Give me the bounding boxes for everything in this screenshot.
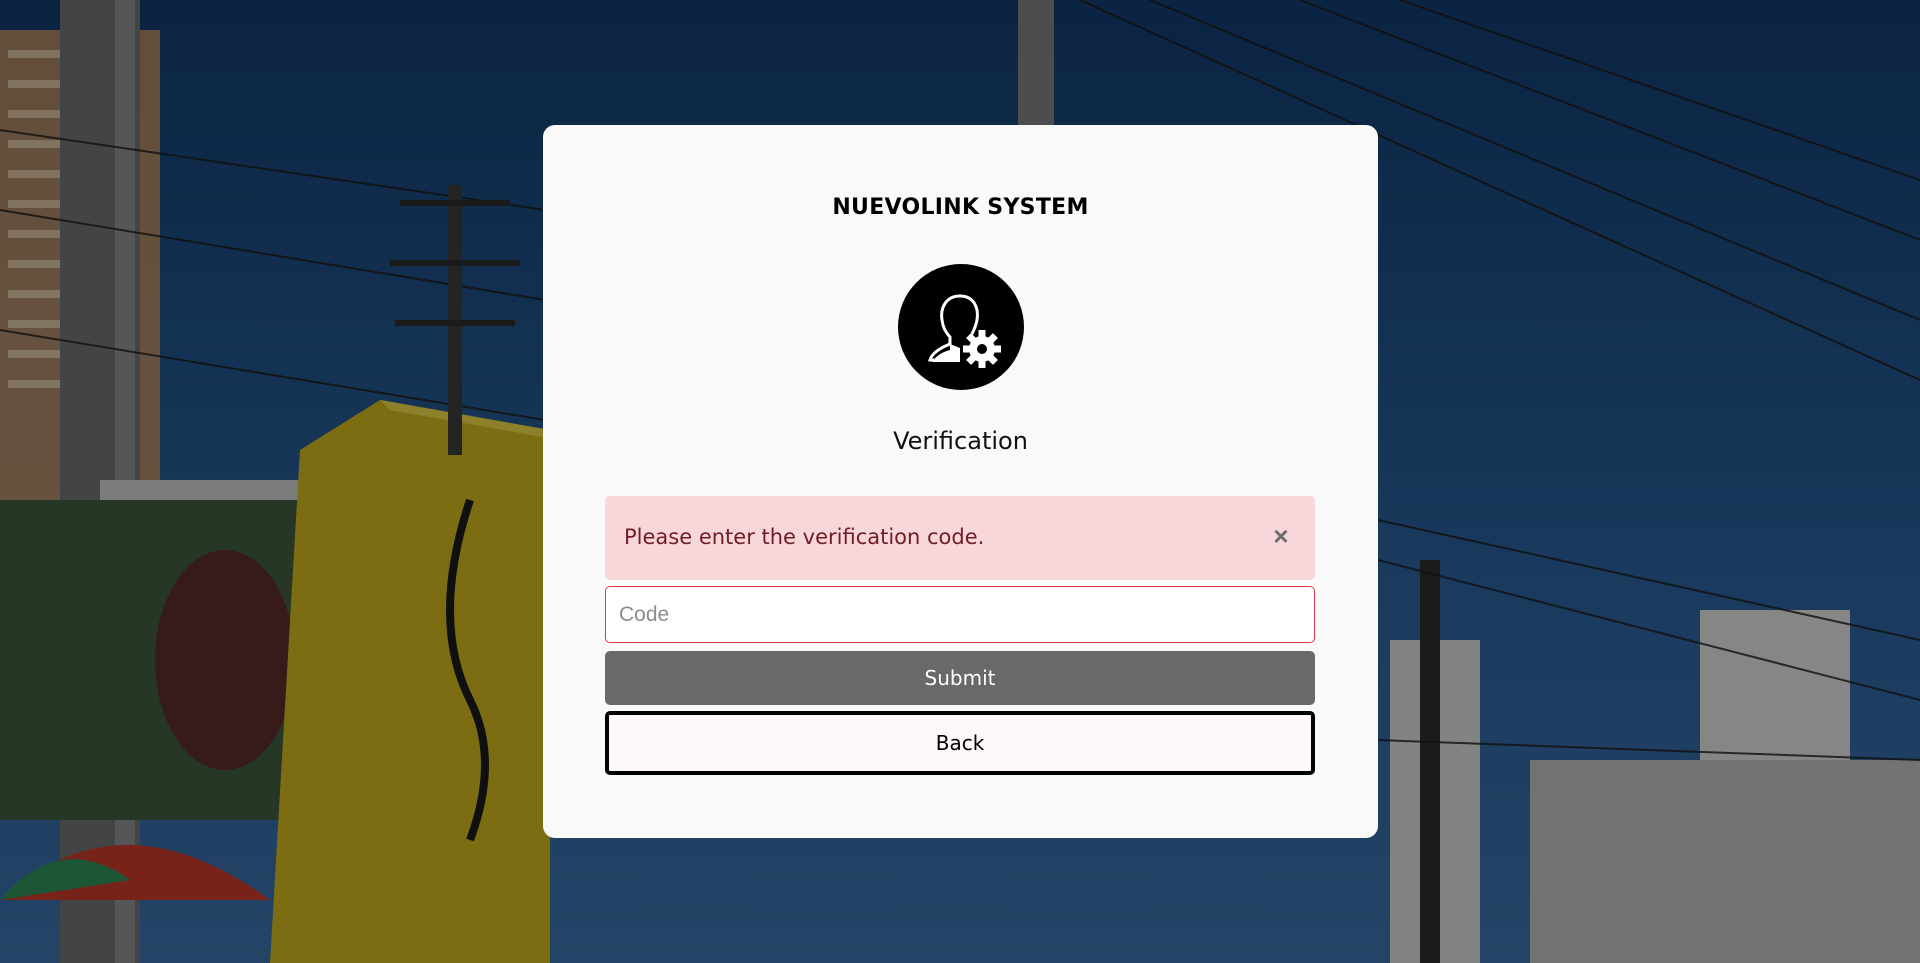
- error-alert: Please enter the verification code. ×: [605, 496, 1315, 580]
- alert-message: Please enter the verification code.: [624, 525, 985, 549]
- alert-close-button[interactable]: ×: [1267, 518, 1295, 554]
- verification-card: NUEVOLINK SYSTEM Verification Please ent…: [543, 125, 1378, 838]
- app-title: NUEVOLINK SYSTEM: [832, 195, 1089, 220]
- user-gear-icon: [898, 264, 1024, 390]
- back-button[interactable]: Back: [605, 711, 1315, 775]
- submit-button[interactable]: Submit: [605, 651, 1315, 705]
- page-heading: Verification: [893, 427, 1028, 455]
- code-input[interactable]: [605, 586, 1315, 643]
